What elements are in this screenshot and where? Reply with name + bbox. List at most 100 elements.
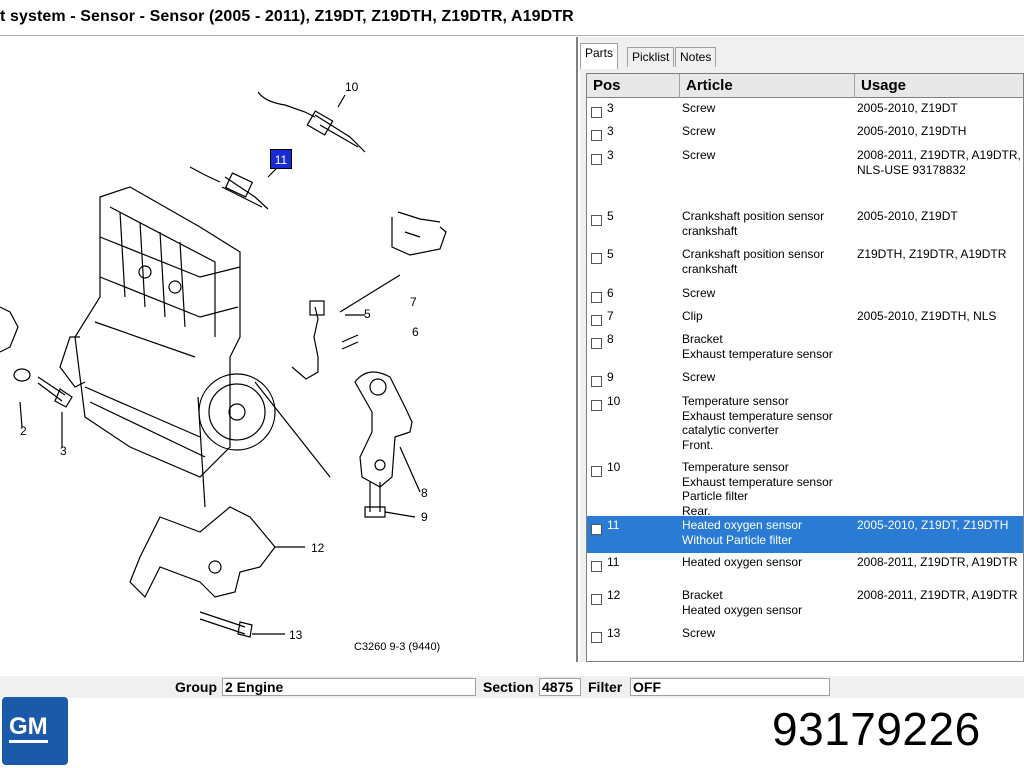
table-header: Pos Article Usage — [587, 74, 1023, 98]
group-label: Group — [175, 679, 217, 695]
row-article: Crankshaft position sensor crankshaft — [682, 247, 825, 276]
callout-8[interactable]: 8 — [421, 486, 428, 500]
row-usage: 2005-2010, Z19DTH, NLS — [857, 309, 997, 323]
row-checkbox[interactable] — [591, 338, 602, 349]
row-checkbox[interactable] — [591, 466, 602, 477]
engine-drawing — [0, 91, 447, 638]
row-checkbox[interactable] — [591, 400, 602, 411]
row-pos: 11 — [607, 555, 620, 569]
filter-value[interactable]: OFF — [630, 678, 830, 696]
callout-2[interactable]: 2 — [20, 424, 27, 438]
row-checkbox[interactable] — [591, 215, 602, 226]
table-row[interactable]: 5 Crankshaft position sensor crankshaft Z1… — [587, 245, 1023, 284]
row-pos: 10 — [607, 460, 621, 474]
callout-5[interactable]: 5 — [364, 307, 371, 321]
row-pos: 3 — [607, 124, 614, 138]
row-pos: 5 — [607, 209, 614, 223]
row-usage: 2005-2010, Z19DT — [857, 101, 958, 115]
tab-notes[interactable]: Notes — [675, 47, 717, 67]
row-usage: Z19DTH, Z19DTR, A19DTR — [857, 247, 1007, 261]
callout-10[interactable]: 10 — [345, 80, 358, 94]
row-usage: 2005-2010, Z19DT, Z19DTH — [857, 518, 1009, 532]
status-bar: Group 2 Engine Section 4875 Filter OFF — [0, 676, 1024, 698]
diagram-reference: C3260 9-3 (9440) — [354, 641, 441, 653]
row-usage: 2008-2011, Z19DTR, A19DTR, NLS-USE 93178… — [857, 148, 1021, 177]
row-article: Screw — [682, 626, 716, 640]
tab-parts[interactable]: Parts — [580, 43, 619, 69]
row-article: Heated oxygen sensor Without Particle fi… — [682, 518, 803, 547]
column-header-article[interactable]: Article — [680, 74, 855, 98]
row-checkbox[interactable] — [591, 376, 602, 387]
row-article: Bracket Exhaust temperature sensor — [682, 332, 833, 361]
row-checkbox[interactable] — [591, 154, 602, 165]
exploded-diagram[interactable]: 10 11 7 5 6 2 3 8 9 12 13 C3260 9-3 (944… — [0, 37, 578, 662]
row-pos: 9 — [607, 370, 614, 384]
callout-12[interactable]: 12 — [311, 541, 324, 555]
row-pos: 13 — [607, 626, 621, 640]
callout-6[interactable]: 6 — [412, 325, 419, 339]
table-row[interactable]: 3 Screw 2005-2010, Z19DTH — [587, 122, 1023, 146]
callout-9[interactable]: 9 — [421, 510, 428, 524]
table-row[interactable]: 11 Heated oxygen sensor 2008-2011, Z19DTR,… — [587, 553, 1023, 586]
table-row[interactable]: 8 Bracket Exhaust temperature sensor — [587, 330, 1023, 368]
table-row[interactable]: 9 Screw — [587, 368, 1023, 392]
gm-logo: GM — [2, 697, 68, 765]
row-article: Temperature sensor Exhaust temperature s… — [682, 394, 833, 452]
table-row[interactable]: 11 Heated oxygen sensor Without Particle … — [587, 516, 1023, 553]
row-pos: 12 — [607, 588, 621, 602]
parts-panel: Parts Picklist Notes Pos Article Usage 3… — [580, 37, 1024, 662]
table-row[interactable]: 6 Screw — [587, 284, 1023, 307]
row-pos: 3 — [607, 148, 614, 162]
row-article: Temperature sensor Exhaust temperature s… — [682, 460, 833, 518]
table-row[interactable]: 3 Screw 2008-2011, Z19DTR, A19DTR, NLS-USE… — [587, 146, 1023, 207]
row-checkbox[interactable] — [591, 594, 602, 605]
row-pos: 5 — [607, 247, 614, 261]
table-row[interactable]: 3 Screw 2005-2010, Z19DT — [587, 99, 1023, 122]
row-pos: 6 — [607, 286, 614, 300]
row-pos: 7 — [607, 309, 614, 323]
table-row[interactable]: 10 Temperature sensor Exhaust temperature… — [587, 392, 1023, 458]
table-row[interactable]: 13 Screw — [587, 624, 1023, 648]
column-header-usage[interactable]: Usage — [855, 74, 1023, 98]
parts-table[interactable]: Pos Article Usage 3 Screw 2005-2010, Z19DT… — [586, 73, 1024, 662]
table-row[interactable]: 12 Bracket Heated oxygen sensor 2008-2011,… — [587, 586, 1023, 624]
row-checkbox[interactable] — [591, 130, 602, 141]
row-article: Clip — [682, 309, 703, 323]
group-value: 2 Engine — [222, 678, 476, 696]
row-usage: 2008-2011, Z19DTR, A19DTR — [857, 588, 1018, 602]
row-pos: 8 — [607, 332, 614, 346]
row-pos: 3 — [607, 101, 614, 115]
table-row[interactable]: 7 Clip 2005-2010, Z19DTH, NLS — [587, 307, 1023, 330]
section-label: Section — [483, 679, 534, 695]
table-row[interactable]: 5 Crankshaft position sensor crankshaft 20… — [587, 207, 1023, 245]
row-checkbox[interactable] — [591, 632, 602, 643]
row-checkbox[interactable] — [591, 292, 602, 303]
callout-7[interactable]: 7 — [410, 295, 417, 309]
row-pos: 10 — [607, 394, 621, 408]
window-title: t system - Sensor - Sensor (2005 - 2011)… — [0, 8, 574, 25]
row-article: Heated oxygen sensor — [682, 555, 803, 569]
part-number: 93179226 — [772, 703, 981, 755]
row-checkbox[interactable] — [591, 253, 602, 264]
gm-logo-text: GM — [9, 714, 48, 743]
row-article: Screw — [682, 370, 716, 384]
column-header-pos[interactable]: Pos — [587, 74, 680, 98]
row-pos: 11 — [607, 518, 620, 532]
callout-11-highlighted[interactable]: 11 — [270, 149, 292, 169]
row-checkbox[interactable] — [591, 315, 602, 326]
callout-13[interactable]: 13 — [289, 628, 302, 642]
table-row[interactable]: 10 Temperature sensor Exhaust temperature… — [587, 458, 1023, 518]
row-article: Screw — [682, 101, 716, 115]
row-usage: 2005-2010, Z19DT — [857, 209, 958, 223]
row-checkbox[interactable] — [591, 107, 602, 118]
row-usage: 2005-2010, Z19DTH — [857, 124, 967, 138]
row-article: Bracket Heated oxygen sensor — [682, 588, 803, 617]
tab-picklist[interactable]: Picklist — [627, 47, 675, 67]
panel-tabs: Parts Picklist Notes — [580, 43, 1024, 69]
row-usage: 2008-2011, Z19DTR, A19DTR — [857, 555, 1018, 569]
section-value: 4875 — [539, 678, 581, 696]
row-article: Screw — [682, 286, 716, 300]
row-checkbox[interactable] — [591, 561, 602, 572]
callout-3[interactable]: 3 — [60, 444, 67, 458]
row-checkbox[interactable] — [591, 524, 602, 535]
